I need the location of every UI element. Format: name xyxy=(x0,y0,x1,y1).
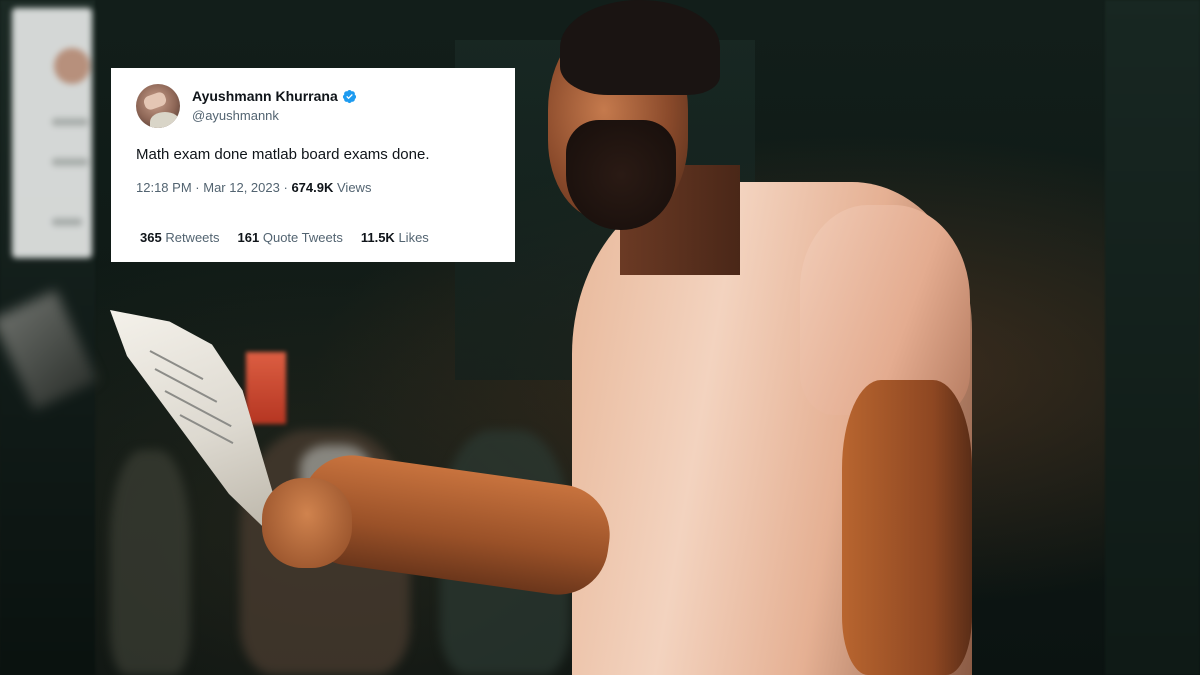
background-person xyxy=(110,450,190,675)
right-arm xyxy=(842,380,972,675)
tweet-meta: 12:18 PM · Mar 12, 2023 · 674.9K Views xyxy=(136,180,371,195)
paper-text-line xyxy=(164,390,232,428)
likes-stat[interactable]: 11.5K Likes xyxy=(361,230,429,245)
author-handle[interactable]: @ayushmannk xyxy=(192,108,279,123)
hand xyxy=(262,478,352,568)
tweet-time[interactable]: 12:18 PM xyxy=(136,180,192,195)
retweets-stat[interactable]: 365 Retweets xyxy=(140,230,220,245)
likes-label: Likes xyxy=(398,230,429,245)
blurred-line xyxy=(52,218,82,226)
quotes-label: Quote Tweets xyxy=(262,230,343,245)
paper-text-line xyxy=(179,414,234,445)
retweets-label: Retweets xyxy=(165,230,220,245)
hair xyxy=(560,0,720,95)
beard xyxy=(566,120,676,230)
red-light-sign xyxy=(246,352,286,424)
meta-separator: · xyxy=(195,180,200,195)
quotes-count: 161 xyxy=(237,230,260,245)
blurred-tweet-card xyxy=(12,8,92,258)
retweets-count: 365 xyxy=(140,230,162,245)
likes-count: 11.5K xyxy=(360,230,395,245)
blurred-line xyxy=(52,118,88,126)
avatar-shirt xyxy=(150,112,180,128)
quotes-stat[interactable]: 161 Quote Tweets xyxy=(238,230,343,245)
avatar-hand xyxy=(142,90,168,112)
tweet-date[interactable]: Mar 12, 2023 xyxy=(203,180,280,195)
photo-background: Ayushmann Khurrana @ayushmannk Math exam… xyxy=(0,0,1200,675)
blurred-avatar xyxy=(54,48,90,84)
author-name[interactable]: Ayushmann Khurrana xyxy=(192,88,338,104)
views-label: Views xyxy=(337,180,372,195)
tweet-stats: 365 Retweets 161 Quote Tweets 11.5K Like… xyxy=(140,230,429,245)
left-blurred-border xyxy=(0,0,98,675)
verified-badge-icon xyxy=(342,89,356,103)
tweet-text: Math exam done matlab board exams done. xyxy=(136,146,430,163)
author-avatar[interactable] xyxy=(136,84,180,128)
blurred-paper xyxy=(0,289,98,411)
author-name-row: Ayushmann Khurrana xyxy=(192,88,357,104)
right-blurred-border xyxy=(1105,0,1200,675)
meta-separator: · xyxy=(283,180,288,195)
views-count: 674.9K xyxy=(291,180,334,195)
tweet-card: Ayushmann Khurrana @ayushmannk Math exam… xyxy=(111,68,515,262)
paper-text-line xyxy=(149,350,204,381)
blurred-line xyxy=(52,158,88,166)
paper-text-line xyxy=(154,368,218,403)
